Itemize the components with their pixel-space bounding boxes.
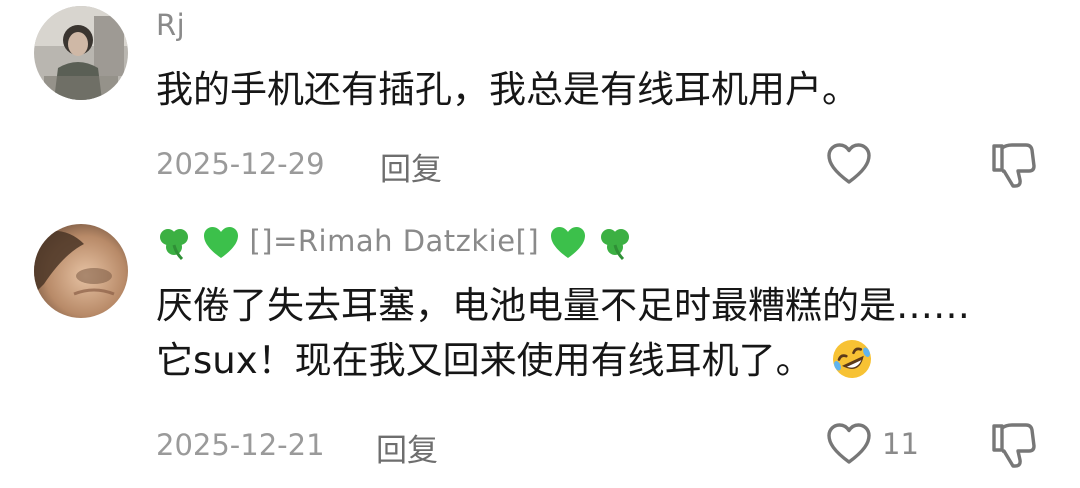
comment-item: []=Rimah Datzkie[] 厌倦了失去耳塞，电池电量不足时最糟糕的是…… — [0, 200, 1080, 488]
comment-text-line-wrap: 它sux！现在我又回来使用有线耳机了。 — [156, 333, 970, 388]
shamrock-emoji-icon — [600, 229, 629, 261]
comment-text: 厌倦了失去耳塞，电池电量不足时最糟糕的是…… 它sux！现在我又回来使用有线耳机… — [156, 278, 970, 388]
like-count: 11 — [882, 427, 919, 461]
thumbs-down-icon — [992, 143, 1036, 188]
thumbs-down-icon — [992, 423, 1036, 468]
reply-button[interactable]: 回复 — [380, 144, 442, 189]
like-button[interactable] — [826, 142, 882, 186]
green-heart-emoji-icon — [203, 227, 238, 258]
username[interactable]: Rj — [156, 8, 185, 42]
avatar[interactable] — [34, 224, 128, 318]
comment-date: 2025-12-21 — [156, 428, 325, 462]
username: []=Rimah Datzkie[] — [249, 224, 540, 258]
comment-text-line: 它sux！现在我又回来使用有线耳机了。 — [156, 339, 813, 382]
comment-item: Rj 我的手机还有插孔，我总是有线耳机用户。 2025-12-29 回复 — [0, 0, 1080, 200]
like-button[interactable]: 11 — [826, 422, 919, 466]
green-heart-emoji-icon — [550, 227, 585, 258]
shamrock-emoji-icon — [160, 229, 188, 261]
comment-date: 2025-12-29 — [156, 147, 325, 181]
username-row[interactable]: []=Rimah Datzkie[] — [156, 224, 633, 261]
dislike-button[interactable] — [988, 420, 1038, 474]
dislike-button[interactable] — [988, 140, 1038, 194]
avatar-image — [34, 6, 128, 100]
comment-text-line: 我的手机还有插孔，我总是有线耳机用户。 — [156, 68, 859, 111]
rofl-emoji-icon — [833, 339, 872, 378]
avatar-image — [34, 224, 128, 318]
comment-text: 我的手机还有插孔，我总是有线耳机用户。 — [156, 62, 859, 117]
avatar[interactable] — [34, 6, 128, 100]
heart-icon — [827, 423, 871, 464]
reply-button[interactable]: 回复 — [376, 425, 438, 470]
comment-text-line: 厌倦了失去耳塞，电池电量不足时最糟糕的是…… — [156, 284, 970, 327]
heart-icon — [827, 143, 871, 184]
